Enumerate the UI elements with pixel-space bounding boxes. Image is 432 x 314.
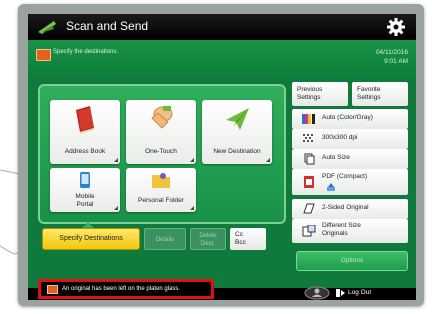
corner-arrow-icon (266, 158, 270, 162)
personal-folder-label: Personal Folder (138, 197, 184, 204)
info-bar: Specify the destinations. 04/11/2016 9:0… (28, 40, 416, 78)
gear-icon[interactable] (386, 17, 406, 37)
pdf-icon (304, 176, 314, 188)
new-destination-label: New Destination (213, 148, 261, 155)
previous-settings-button[interactable]: Previous Settings (292, 82, 348, 106)
one-touch-button[interactable]: One-Touch (126, 100, 196, 164)
resolution-icon (303, 134, 313, 142)
pdf-sub-icon (327, 183, 335, 191)
mixed-size-label-line2: Originals (322, 230, 348, 237)
resolution-setting[interactable]: 300x300 dpi (292, 129, 408, 149)
window-title: Scan and Send (66, 19, 149, 33)
favorite-settings-label-line1: Favorite (357, 86, 381, 93)
corner-arrow-icon (114, 206, 118, 210)
time: 9:01 AM (384, 58, 408, 65)
instruction-text: Specify the destinations. (53, 49, 119, 55)
favorite-settings-button[interactable]: Favorite Settings (352, 82, 408, 106)
file-format-label: PDF (Compact) (322, 173, 368, 180)
alert-icon (47, 285, 58, 294)
destination-panel: Address Book One-Touch New Destination M… (38, 84, 286, 224)
size-label: Auto Size (322, 154, 350, 161)
delete-dest-label-line2: Dest. (200, 241, 215, 247)
date: 04/11/2016 (375, 49, 408, 56)
mobile-portal-icon (80, 172, 90, 188)
delete-dest-label-line1: Delete (199, 233, 217, 239)
delete-dest-button[interactable]: Delete Dest. (190, 228, 226, 250)
warning-icon (36, 49, 51, 61)
size-setting[interactable]: Auto Size (292, 149, 408, 169)
specify-destinations-button[interactable]: Specify Destinations (42, 228, 140, 250)
address-book-label: Address Book (64, 148, 106, 155)
title-bar: Scan and Send (28, 14, 416, 40)
mixed-size-setting[interactable]: Different Size Originals (292, 219, 408, 243)
bcc-label: Bcc (235, 239, 246, 246)
cc-label: Cc (235, 231, 243, 238)
cc-bcc-button[interactable]: Cc Bcc (230, 228, 266, 250)
logout-icon (336, 289, 345, 297)
logout-button[interactable]: Log Out (348, 289, 371, 296)
user-icon[interactable] (304, 286, 330, 300)
platen-alert[interactable]: An original has been left on the platen … (38, 279, 214, 299)
logout-area: Log Out (282, 286, 392, 300)
favorite-settings-label-line2: Settings (357, 94, 381, 101)
corner-arrow-icon (190, 206, 194, 210)
corner-arrow-icon (190, 158, 194, 162)
one-touch-icon (151, 106, 173, 129)
date-time: 04/11/2016 9:01 AM (376, 48, 408, 66)
scan-send-icon (38, 21, 56, 34)
details-button[interactable]: Details (144, 228, 186, 250)
color-setting[interactable]: Auto (Color/Gray) (292, 109, 408, 129)
new-destination-icon (226, 108, 249, 130)
one-touch-label: One-Touch (145, 148, 177, 155)
duplex-icon (303, 203, 315, 214)
resolution-label: 300x300 dpi (322, 134, 358, 141)
previous-settings-label-line2: Settings (297, 94, 321, 101)
new-destination-button[interactable]: New Destination (202, 100, 272, 164)
address-book-button[interactable]: Address Book (50, 100, 120, 164)
duplex-setting[interactable]: 2-Sided Original (292, 199, 408, 219)
options-button[interactable]: Options (296, 251, 408, 271)
personal-folder-icon (152, 173, 170, 188)
personal-folder-button[interactable]: Personal Folder (126, 168, 196, 212)
color-mode-icon (302, 114, 315, 124)
mixed-size-label: Different Size Originals (322, 222, 361, 238)
mobile-portal-label-line2: Portal (76, 201, 94, 208)
mobile-portal-label-line1: Mobile (75, 193, 95, 200)
color-setting-label: Auto (Color/Gray) (322, 114, 373, 121)
duplex-label: 2-Sided Original (322, 204, 369, 211)
mixed-size-icon (302, 225, 316, 237)
mobile-portal-button[interactable]: Mobile Portal (50, 168, 120, 212)
touch-screen: Scan and Send Specify the destinations. … (28, 14, 416, 300)
mixed-size-label-line1: Different Size (322, 222, 361, 229)
address-book-icon (76, 106, 94, 134)
file-format-setting[interactable]: PDF (Compact) (292, 169, 408, 195)
copy-size-icon (304, 153, 315, 165)
previous-settings-label-line1: Previous (297, 86, 323, 93)
corner-arrow-icon (114, 158, 118, 162)
mobile-portal-label: Mobile Portal (50, 193, 120, 209)
alert-message: An original has been left on the platen … (62, 286, 181, 292)
